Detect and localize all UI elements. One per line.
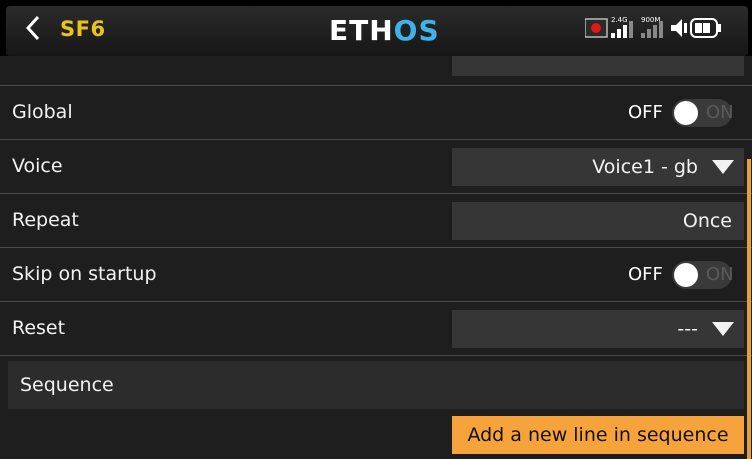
sequence-header: Sequence <box>8 361 744 409</box>
rssi-900-icon: 900M <box>641 16 663 38</box>
skip-on-label: ON <box>706 264 734 285</box>
add-sequence-line-button[interactable]: Add a new line in sequence <box>452 416 744 454</box>
battery-icon <box>690 18 721 38</box>
voice-value: Voice1 - gb <box>592 156 698 178</box>
screen: SF6 ETHOS 2.4G 900M Global OFF ON Voice … <box>0 0 752 459</box>
reset-label: Reset <box>12 317 66 339</box>
reset-value: --- <box>677 318 698 340</box>
skip-off-label: OFF <box>628 264 663 285</box>
repeat-label: Repeat <box>12 209 79 231</box>
logo-text-eth: ETH <box>329 14 394 47</box>
repeat-field[interactable]: Once <box>452 202 744 240</box>
skip-on-startup-toggle[interactable]: OFF ON <box>602 260 742 290</box>
reset-dropdown[interactable]: --- <box>452 310 744 348</box>
dropdown-arrow-icon <box>712 322 734 336</box>
voice-dropdown[interactable]: Voice1 - gb <box>452 148 744 186</box>
title-bar: SF6 ETHOS 2.4G 900M <box>0 0 752 56</box>
scrollbar[interactable] <box>747 159 751 459</box>
skip-toggle-knob <box>674 263 698 287</box>
sequence-label: Sequence <box>20 374 114 396</box>
repeat-value: Once <box>682 210 732 232</box>
global-toggle-knob <box>674 101 698 125</box>
global-on-label: ON <box>706 102 734 123</box>
partial-field[interactable] <box>452 56 744 76</box>
radio-24-label: 2.4G <box>611 16 628 24</box>
voice-label: Voice <box>12 155 63 177</box>
settings-list[interactable]: Global OFF ON Voice Voice1 - gb Repeat O… <box>0 56 752 459</box>
back-button[interactable] <box>20 14 48 42</box>
skip-on-startup-label: Skip on startup <box>12 263 157 285</box>
record-icon <box>584 18 608 38</box>
rssi-24-icon: 2.4G <box>611 16 633 38</box>
partial-row-above <box>0 56 752 86</box>
row-voice: Voice Voice1 - gb <box>0 140 752 194</box>
global-off-label: OFF <box>628 102 663 123</box>
row-skip-on-startup: Skip on startup OFF ON <box>0 248 752 302</box>
chevron-left-icon <box>25 15 40 41</box>
dropdown-arrow-icon <box>712 160 734 174</box>
global-label: Global <box>12 101 73 123</box>
ethos-logo: ETHOS <box>329 14 440 47</box>
status-icons: 2.4G 900M <box>584 14 745 42</box>
speaker-icon <box>671 19 687 37</box>
radio-900-label: 900M <box>641 16 660 24</box>
row-repeat: Repeat Once <box>0 194 752 248</box>
global-toggle[interactable]: OFF ON <box>602 98 742 128</box>
logo-text-os: OS <box>393 14 440 47</box>
row-global: Global OFF ON <box>0 86 752 140</box>
model-name: SF6 <box>60 17 106 41</box>
row-reset: Reset --- <box>0 302 752 356</box>
